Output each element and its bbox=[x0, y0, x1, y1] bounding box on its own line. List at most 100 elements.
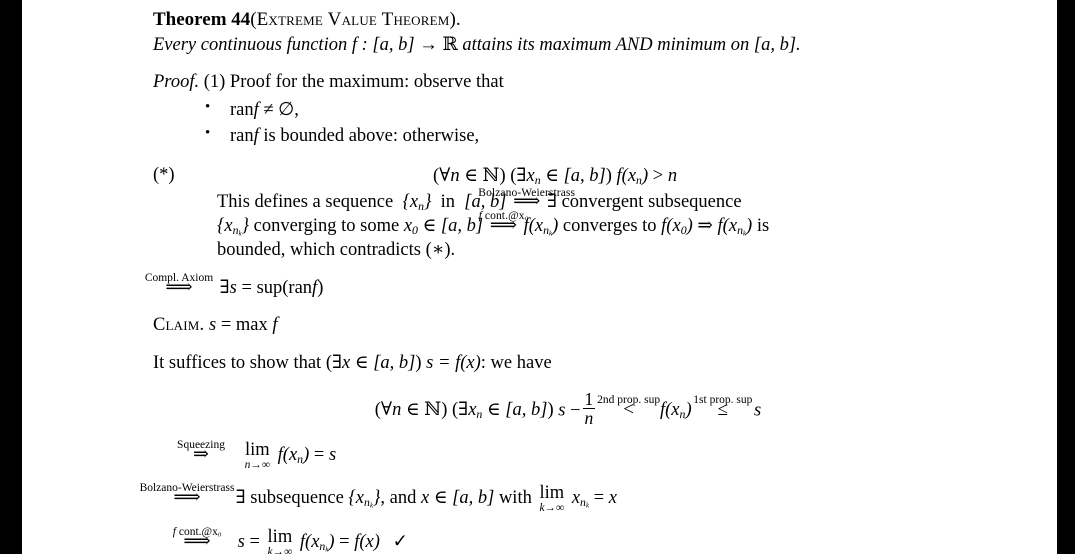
theorem-domain-interval: [a, b] bbox=[372, 35, 415, 56]
theorem-function-symbol: f bbox=[351, 35, 357, 56]
equals-sign: = bbox=[241, 277, 252, 298]
one-over-n-fraction: 1n bbox=[582, 389, 596, 429]
fraction-denominator: n bbox=[582, 408, 596, 429]
bullet2-ran: ran bbox=[230, 126, 254, 147]
body1-text-c: ∃ convergent subsequence bbox=[546, 192, 742, 212]
implies-arrow-icon: ⇒ bbox=[697, 215, 713, 236]
theorem-name-close: ). bbox=[449, 9, 461, 30]
theorem-statement-period: . bbox=[796, 35, 801, 56]
proof-observations-list: ranf ≠ ∅, ranf is bounded above: otherwi… bbox=[153, 98, 983, 149]
lim-underscript: k→∞ bbox=[267, 545, 293, 554]
checkmark-icon: ✓ bbox=[392, 531, 409, 552]
final-lhs-s: s bbox=[237, 531, 245, 552]
theorem-name: Extreme Value Theorem bbox=[256, 9, 450, 30]
proof-body-paragraph: This defines a sequence {xn} in [a, b] B… bbox=[217, 187, 983, 263]
element-of-symbol: ∈ bbox=[422, 215, 437, 236]
theorem-reals-symbol: ℝ bbox=[442, 34, 458, 56]
completeness-axiom-arrow: Compl. Axiom ⟹ bbox=[145, 272, 213, 301]
first-prop-sup-label: 1st prop. sup bbox=[693, 394, 753, 407]
claim-equals: = bbox=[220, 315, 232, 336]
suffices-line: It suffices to show that (∃x ∈ [a, b]) s… bbox=[153, 352, 983, 376]
spacer-before-starred bbox=[153, 152, 983, 161]
bolzano-weierstrass-arrow-2: Bolzano-Weierstrass ⟹ bbox=[140, 482, 235, 511]
body2-text-c: converges to bbox=[562, 215, 657, 236]
bw-interval: [a, b] bbox=[452, 488, 495, 509]
display-exists-xn: (∃xn ∈ [a, b]) bbox=[451, 400, 554, 422]
lim-operator: lim bbox=[244, 439, 270, 460]
display-rhs-s: s bbox=[754, 400, 762, 421]
f-continuous-label-1: f cont.@x0 bbox=[478, 210, 529, 223]
completeness-axiom-statement: ∃s = sup(ranf) bbox=[220, 278, 324, 298]
second-prop-sup-relation: 2nd prop. sup < bbox=[597, 394, 660, 423]
final-conclusion-statement: s = lim k→∞ f(xnk) = f(x) ✓ bbox=[237, 527, 409, 554]
theorem-interval-repeat: [a, b] bbox=[753, 35, 797, 56]
f-of-x0: f(x0) bbox=[661, 215, 693, 237]
squeezing-label: Squeezing bbox=[177, 438, 225, 451]
proof-intro-line: Proof. (1) Proof for the maximum: observ… bbox=[153, 71, 983, 95]
display-equation: (∀n ∈ ℕ) (∃xn ∈ [a, b]) s −1 n 2nd prop. … bbox=[153, 389, 983, 429]
first-prop-sup-relation: 1st prop. sup ≤ bbox=[693, 394, 752, 423]
claim-max: max bbox=[235, 315, 268, 336]
bullet2-text: is bounded above: otherwise, bbox=[263, 126, 480, 147]
proof-intro-text: (1) Proof for the maximum: observe that bbox=[203, 71, 504, 92]
document-page: Theorem 44(Extreme Value Theorem). Every… bbox=[22, 0, 1057, 554]
proof-body-line-2: {xnk} converging to some x0 ∈ [a, b] f c… bbox=[217, 210, 983, 239]
bolzano-weierstrass-label-1: Bolzano-Weierstrass bbox=[478, 186, 576, 199]
display-lhs-s: s bbox=[558, 400, 566, 421]
completeness-axiom-line: Compl. Axiom ⟹ ∃s = sup(ranf) bbox=[145, 272, 983, 301]
theorem-statement: Every continuous function f : [a, b] → ℝ… bbox=[153, 33, 983, 58]
claim-var-s: s bbox=[209, 315, 217, 336]
limit-n-to-infinity: lim n→∞ bbox=[244, 439, 270, 472]
squeezing-arrow: Squeezing ⇒ bbox=[175, 439, 227, 468]
squeezing-fxn: f(xn) bbox=[277, 444, 310, 466]
bolzano-weierstrass-label-2: Bolzano-Weierstrass bbox=[139, 482, 235, 495]
body2-text-e: is bbox=[756, 215, 770, 236]
forall-n-quantifier: (∀n ∈ ℕ) bbox=[433, 165, 506, 186]
document-content: Theorem 44(Extreme Value Theorem). Every… bbox=[140, 8, 983, 554]
completeness-axiom-label: Compl. Axiom bbox=[144, 271, 214, 284]
bw-limit-body: xnk bbox=[571, 488, 590, 510]
exists-s: ∃s bbox=[219, 277, 237, 298]
sequence-xn: {xn} bbox=[402, 192, 432, 214]
second-prop-sup-label: 2nd prop. sup bbox=[597, 394, 661, 407]
sup-close-paren: ) bbox=[317, 277, 324, 298]
f-continuous-arrow-1: f cont.@x0 ⟹ bbox=[479, 210, 528, 239]
final-conclusion-line: f cont.@x0 ⟹ s = lim k→∞ f(xnk) = f(x) ✓ bbox=[171, 526, 983, 554]
body2-interval: [a, b] bbox=[440, 215, 484, 236]
final-f-of-xnk: f(xnk) bbox=[299, 531, 335, 554]
bullet1-relation: ≠ bbox=[263, 99, 274, 120]
final-equals-2: = bbox=[339, 531, 350, 552]
theorem-heading: Theorem 44(Extreme Value Theorem). bbox=[153, 8, 983, 32]
f-of-xnk-2: f(xnk) bbox=[717, 215, 753, 238]
bullet1-function: f bbox=[253, 99, 259, 120]
display-middle-fxn: f(xn) bbox=[660, 400, 692, 422]
display-minus-sign: − bbox=[570, 400, 581, 421]
bw-text-b: and bbox=[389, 488, 417, 509]
bolzano-weierstrass-line: Bolzano-Weierstrass ⟹ ∃ subsequence {xnk… bbox=[140, 482, 983, 515]
bullet2-function: f bbox=[253, 126, 259, 147]
theorem-maps-to-arrow-icon: → bbox=[419, 35, 438, 56]
final-equals-1: = bbox=[249, 531, 260, 552]
limit-k-to-infinity-2: lim k→∞ bbox=[267, 527, 293, 554]
greater-than-relation: > bbox=[652, 166, 664, 186]
lim-operator: lim bbox=[539, 483, 565, 504]
body1-text-a: This defines a sequence bbox=[217, 192, 394, 212]
proof-body-line-3: bounded, which contradicts (∗). bbox=[217, 240, 456, 261]
theorem-statement-part1: Every continuous function bbox=[153, 35, 348, 56]
bw-rhs-x: x bbox=[608, 488, 617, 509]
f-continuous-arrow-2: f cont.@x0 ⟹ bbox=[171, 526, 223, 554]
claim-label: Claim. bbox=[153, 315, 205, 336]
fxn-expression: f(xn) bbox=[616, 166, 649, 188]
proof-body-line-1: This defines a sequence {xn} in [a, b] B… bbox=[217, 187, 983, 215]
limit-k-to-infinity-1: lim k→∞ bbox=[539, 484, 564, 515]
bullet1-comma: , bbox=[294, 99, 299, 120]
bw-subsequence: {xnk}, bbox=[348, 488, 386, 510]
display-forall-n: (∀n ∈ ℕ) bbox=[374, 399, 448, 421]
bullet1-emptyset-symbol: ∅ bbox=[278, 99, 295, 120]
bw-text-a: ∃ subsequence bbox=[235, 488, 344, 509]
squeezing-rhs-s: s bbox=[328, 444, 337, 465]
bw-text-c: with bbox=[498, 488, 532, 509]
body2-text-a: converging to some bbox=[253, 215, 400, 236]
suffices-quantifier: (∃x ∈ [a, b]) bbox=[325, 353, 422, 374]
theorem-statement-part2: attains its maximum AND minimum on bbox=[462, 35, 750, 56]
